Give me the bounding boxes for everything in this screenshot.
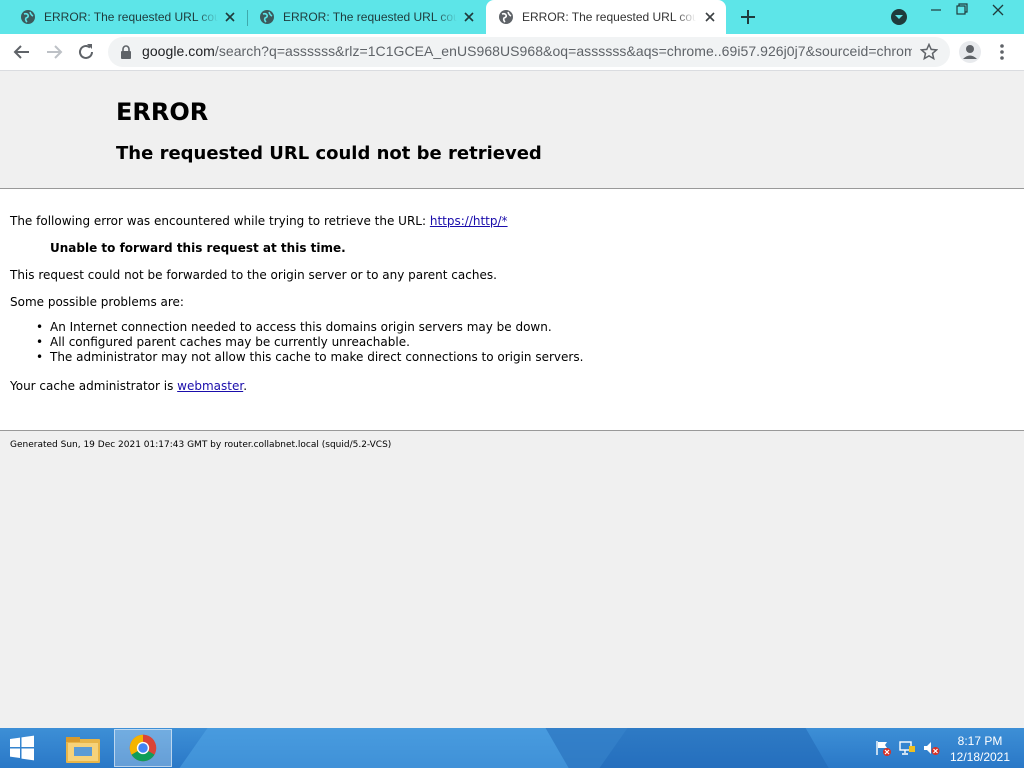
explanation-text: This request could not be forwarded to t…: [10, 268, 497, 282]
requested-url-link[interactable]: https://http/*: [430, 214, 508, 228]
list-item: An Internet connection needed to access …: [36, 320, 583, 335]
browser-tab-2[interactable]: ERROR: The requested URL could not be re…: [247, 0, 485, 34]
back-arrow-icon[interactable]: [10, 40, 34, 64]
admin-text: Your cache administrator is: [10, 379, 174, 393]
globe-icon: [21, 10, 35, 24]
error-header: ERROR The requested URL could not be ret…: [0, 71, 1024, 189]
new-tab-plus-icon[interactable]: [738, 7, 758, 27]
page-title: ERROR: [116, 98, 209, 126]
webmaster-link[interactable]: webmaster: [177, 379, 243, 393]
browser-tab-1[interactable]: ERROR: The requested URL could not be re…: [8, 0, 246, 34]
forward-arrow-icon[interactable]: [42, 40, 66, 64]
windows-taskbar: 8:17 PM 12/18/2021: [0, 728, 1024, 768]
admin-line: Your cache administrator is webmaster.: [10, 379, 247, 393]
problems-heading: Some possible problems are:: [10, 295, 184, 309]
generated-footer: Generated Sun, 19 Dec 2021 01:17:43 GMT …: [10, 440, 392, 450]
taskbar-chrome[interactable]: [114, 729, 172, 767]
problems-list: An Internet connection needed to access …: [36, 320, 583, 365]
restore-window-icon[interactable]: [946, 0, 978, 20]
intro-line: The following error was encountered whil…: [10, 214, 508, 228]
page-viewport: ERROR The requested URL could not be ret…: [0, 71, 1024, 728]
system-clock[interactable]: 8:17 PM 12/18/2021: [944, 733, 1016, 765]
lock-icon[interactable]: [120, 45, 132, 59]
bookmark-star-icon[interactable]: [920, 43, 938, 61]
reload-icon[interactable]: [74, 40, 98, 64]
taskbar-wallpaper-stripe: [534, 728, 846, 768]
url-host: google.com: [142, 43, 215, 59]
network-icon[interactable]: [898, 740, 916, 756]
close-tab-icon[interactable]: [461, 9, 477, 25]
clock-date: 12/18/2021: [949, 750, 1011, 764]
chrome-icon: [129, 734, 157, 762]
close-tab-icon[interactable]: [222, 9, 238, 25]
error-content: The following error was encountered whil…: [0, 189, 1024, 431]
clock-time: 8:17 PM: [957, 734, 1003, 748]
tab-search-dropdown-icon[interactable]: [889, 7, 909, 27]
intro-text: The following error was encountered whil…: [10, 214, 427, 228]
windows-start-icon[interactable]: [6, 734, 38, 762]
tab-strip: ERROR: The requested URL could not be re…: [0, 0, 1024, 34]
tab-title: ERROR: The requested URL could not be re…: [283, 10, 457, 24]
tab-title: ERROR: The requested URL could not be re…: [522, 10, 696, 24]
list-item: The administrator may not allow this cac…: [36, 350, 583, 365]
url-path: /search?q=assssss&rlz=1C1GCEA_enUS968US9…: [214, 43, 912, 59]
list-item: All configured parent caches may be curr…: [36, 335, 583, 350]
error-message: Unable to forward this request at this t…: [50, 241, 346, 255]
browser-toolbar: google.com/search?q=assssss&rlz=1C1GCEA_…: [0, 34, 1024, 71]
folder-icon: [66, 737, 100, 763]
tab-title: ERROR: The requested URL could not be re…: [44, 10, 218, 24]
admin-suffix: .: [243, 379, 248, 393]
browser-tab-3-active[interactable]: ERROR: The requested URL could not be re…: [486, 0, 726, 34]
close-tab-icon[interactable]: [702, 9, 718, 25]
volume-muted-icon[interactable]: [922, 740, 940, 756]
close-window-icon[interactable]: [982, 0, 1014, 20]
globe-icon: [260, 10, 274, 24]
taskbar-file-explorer[interactable]: [54, 729, 112, 767]
profile-avatar-icon[interactable]: [958, 40, 982, 64]
address-bar[interactable]: google.com/search?q=assssss&rlz=1C1GCEA_…: [108, 37, 950, 67]
action-center-flag-icon[interactable]: [874, 740, 892, 756]
globe-icon: [499, 10, 513, 24]
more-menu-icon[interactable]: [992, 40, 1012, 64]
page-subtitle: The requested URL could not be retrieved: [116, 143, 542, 164]
url-text[interactable]: google.com/search?q=assssss&rlz=1C1GCEA_…: [142, 43, 912, 59]
